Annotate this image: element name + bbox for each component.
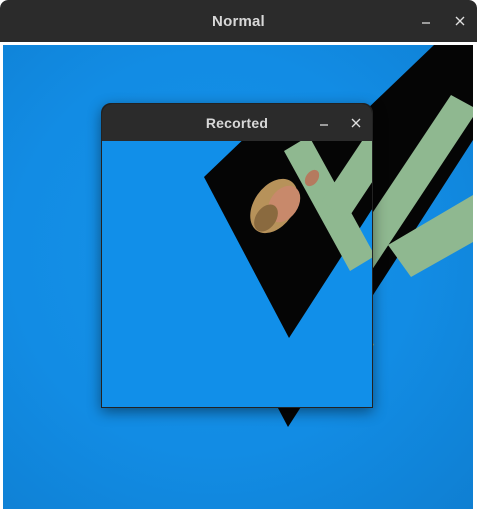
- recorded-card-graphic: [204, 141, 372, 338]
- main-minimize-button[interactable]: [409, 0, 443, 42]
- recorded-titlebar[interactable]: Recorted: [102, 104, 372, 141]
- main-titlebar[interactable]: Normal: [0, 0, 477, 42]
- recorded-video-view[interactable]: [102, 141, 372, 407]
- main-window-controls: [409, 0, 477, 42]
- recorded-window-controls: [308, 104, 372, 141]
- close-icon: [351, 118, 361, 128]
- close-icon: [455, 16, 465, 26]
- main-window-title: Normal: [212, 12, 265, 30]
- recorded-window-title: Recorted: [205, 114, 269, 131]
- recorded-close-button[interactable]: [340, 104, 372, 141]
- main-close-button[interactable]: [443, 0, 477, 42]
- minimize-icon: [421, 16, 431, 26]
- recorded-window: Recorted: [101, 103, 373, 408]
- recorded-minimize-button[interactable]: [308, 104, 340, 141]
- minimize-icon: [319, 118, 329, 128]
